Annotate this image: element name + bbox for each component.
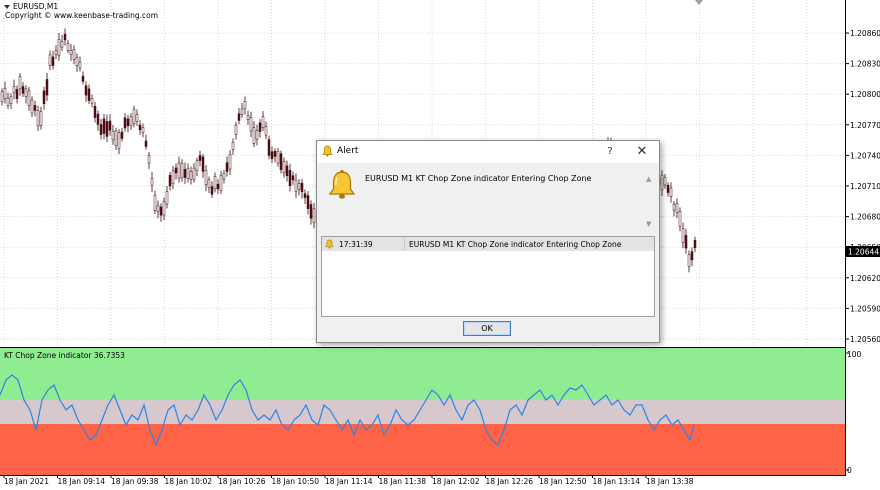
dropdown-arrow-icon[interactable]: [4, 5, 10, 9]
scroll-down-icon[interactable]: ▼: [646, 220, 651, 228]
time-axis-label: 18 Jan 10:50: [272, 477, 320, 486]
time-axis-label: 18 Jan 12:02: [432, 477, 480, 486]
copyright-label: Copyright © www.keenbase-trading.com: [5, 11, 159, 20]
alert-dialog: Alert ? ✕ EURUSD M1 KT Chop Zone indicat…: [316, 140, 660, 343]
price-axis-label: 1.20800: [850, 90, 880, 99]
bell-icon: [328, 169, 356, 199]
time-axis-label: 18 Jan 11:38: [379, 477, 427, 486]
alert-message: EURUSD M1 KT Chop Zone indicator Enterin…: [365, 174, 592, 183]
upper-zone-band: [0, 348, 845, 400]
alert-titlebar[interactable]: Alert ? ✕: [317, 141, 659, 163]
alert-message-area: EURUSD M1 KT Chop Zone indicator Enterin…: [321, 165, 655, 233]
indicator-axis-top-label: 100: [847, 350, 862, 359]
alert-row-message: EURUSD M1 KT Chop Zone indicator Enterin…: [409, 240, 622, 249]
bell-icon: [325, 239, 334, 249]
price-axis-label: 1.20830: [850, 60, 880, 69]
price-axis-label: 1.20590: [850, 304, 880, 313]
symbol-label: EURUSD,M1: [13, 2, 59, 11]
time-axis-label: 18 Jan 10:02: [165, 477, 213, 486]
time-axis-label: 18 Jan 12:50: [539, 477, 587, 486]
time-axis-label: 18 Jan 09:14: [58, 477, 106, 486]
column-divider: [404, 237, 405, 251]
alert-title: Alert: [337, 146, 359, 156]
current-price-label: 1.20644: [848, 248, 879, 257]
time-axis-label: 18 Jan 12:26: [486, 477, 534, 486]
indicator-axis-bottom-label: 0: [847, 466, 852, 475]
price-axis-label: 1.20770: [850, 121, 880, 130]
indicator-label: KT Chop Zone indicator 36.7353: [4, 351, 125, 360]
price-axis-label: 1.20860: [850, 29, 880, 38]
time-axis-label: 18 Jan 2021: [4, 477, 49, 486]
help-button[interactable]: ?: [601, 143, 619, 161]
time-axis-label: 18 Jan 10:26: [218, 477, 266, 486]
list-item[interactable]: 17:31:39 EURUSD M1 KT Chop Zone indicato…: [322, 237, 654, 251]
close-button[interactable]: ✕: [631, 143, 653, 161]
price-axis: 1.20860 1.20830 1.20800 1.20770 1.20740 1.207…: [846, 29, 880, 344]
time-axis-label: 18 Jan 09:38: [111, 477, 159, 486]
price-axis-label: 1.20560: [850, 335, 880, 344]
price-axis-label: 1.20620: [850, 274, 880, 283]
bell-icon: [322, 145, 333, 157]
price-axis-label: 1.20740: [850, 151, 880, 160]
middle-zone-band: [0, 400, 845, 424]
time-axis-label: 18 Jan 13:14: [593, 477, 641, 486]
time-axis: 18 Jan 2021 18 Jan 09:14 18 Jan 09:38 18 Ja…: [3, 475, 694, 486]
alert-history-list[interactable]: 17:31:39 EURUSD M1 KT Chop Zone indicato…: [321, 236, 655, 317]
alert-row-time: 17:31:39: [339, 240, 373, 249]
symbol-selector[interactable]: EURUSD,M1: [0, 2, 60, 11]
lower-zone-band: [0, 424, 845, 475]
ok-button[interactable]: OK: [463, 321, 511, 336]
time-axis-label: 18 Jan 13:38: [646, 477, 694, 486]
time-axis-label: 18 Jan 11:14: [325, 477, 373, 486]
price-axis-label: 1.20710: [850, 182, 880, 191]
scroll-up-icon[interactable]: ▲: [646, 175, 651, 183]
price-axis-label: 1.20680: [850, 213, 880, 222]
